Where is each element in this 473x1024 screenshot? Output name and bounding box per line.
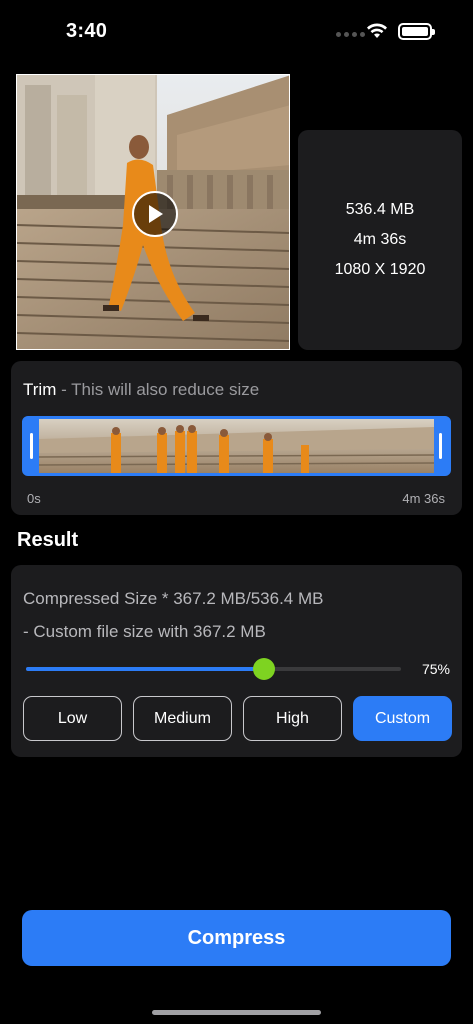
trim-start-time: 0s <box>27 491 41 506</box>
battery-icon <box>398 23 435 40</box>
trim-end-handle[interactable] <box>434 419 448 473</box>
compression-level-buttons: Low Medium High Custom <box>23 696 452 741</box>
result-heading: Result <box>17 529 79 551</box>
status-time: 3:40 <box>66 20 108 42</box>
trim-label: Trim <box>23 380 57 399</box>
medium-button[interactable]: Medium <box>133 696 232 741</box>
compress-button[interactable]: Compress <box>22 910 451 966</box>
play-button[interactable] <box>132 191 178 237</box>
video-size: 536.4 MB <box>345 201 415 218</box>
low-button[interactable]: Low <box>23 696 122 741</box>
video-duration: 4m 36s <box>353 231 407 248</box>
video-info-card: 536.4 MB 4m 36s 1080 X 1920 <box>298 130 462 350</box>
trim-start-handle[interactable] <box>25 419 39 473</box>
video-thumbnail[interactable] <box>16 74 290 350</box>
trim-card: Trim - This will also reduce size 0s 4m … <box>11 361 462 515</box>
result-card: Compressed Size * 367.2 MB/536.4 MB - Cu… <box>11 565 462 757</box>
trim-timeline[interactable] <box>22 416 451 476</box>
slider-fill <box>26 667 264 671</box>
play-icon <box>149 205 163 223</box>
trim-end-time: 4m 36s <box>402 491 445 506</box>
custom-size-note: - Custom file size with 367.2 MB <box>23 622 266 641</box>
slider-thumb[interactable] <box>253 658 275 680</box>
wifi-icon <box>367 23 387 38</box>
custom-button[interactable]: Custom <box>353 696 452 741</box>
cellular-dots-icon <box>336 32 365 37</box>
video-resolution: 1080 X 1920 <box>334 261 426 278</box>
quality-slider[interactable] <box>26 657 401 681</box>
trim-title: Trim - This will also reduce size <box>23 380 259 400</box>
timeline-frames <box>39 419 434 473</box>
slider-value: 75% <box>421 661 450 677</box>
status-bar: 3:40 <box>0 0 473 60</box>
compressed-size-text: Compressed Size * 367.2 MB/536.4 MB <box>23 589 324 608</box>
home-indicator[interactable] <box>152 1010 321 1015</box>
high-button[interactable]: High <box>243 696 342 741</box>
trim-subtitle: - This will also reduce size <box>56 380 260 399</box>
